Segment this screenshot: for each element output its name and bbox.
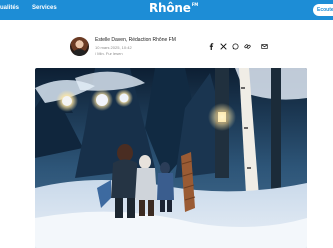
x-icon: [220, 43, 227, 50]
share-whatsapp-button[interactable]: [231, 42, 240, 51]
top-navigation-bar: ualités Services RhôneFM Ecouter: [0, 0, 333, 20]
whatsapp-icon: [232, 43, 239, 50]
share-facebook-button[interactable]: [207, 42, 216, 51]
logo-mark: FM: [191, 2, 199, 7]
mail-icon: [261, 44, 268, 49]
site-logo[interactable]: RhôneFM: [149, 1, 198, 15]
share-link-button[interactable]: [243, 42, 252, 51]
article-author[interactable]: Estelle Daven, Rédaction Rhône FM: [95, 37, 176, 43]
nav-link-services[interactable]: Services: [32, 5, 57, 11]
author-avatar: [70, 37, 89, 56]
nav-link-actualites[interactable]: ualités: [0, 5, 19, 11]
article-hero-image: [35, 68, 307, 248]
article-date: 10 mars 2025, 10:42: [95, 45, 132, 50]
share-mail-button[interactable]: [260, 42, 269, 51]
share-x-button[interactable]: [219, 42, 228, 51]
link-icon: [244, 44, 251, 49]
listen-button[interactable]: Ecouter: [313, 4, 333, 16]
logo-text: Rhône: [149, 1, 191, 15]
facebook-icon: [209, 43, 214, 50]
article-read-time: / Min. Fur lesen: [95, 51, 123, 56]
